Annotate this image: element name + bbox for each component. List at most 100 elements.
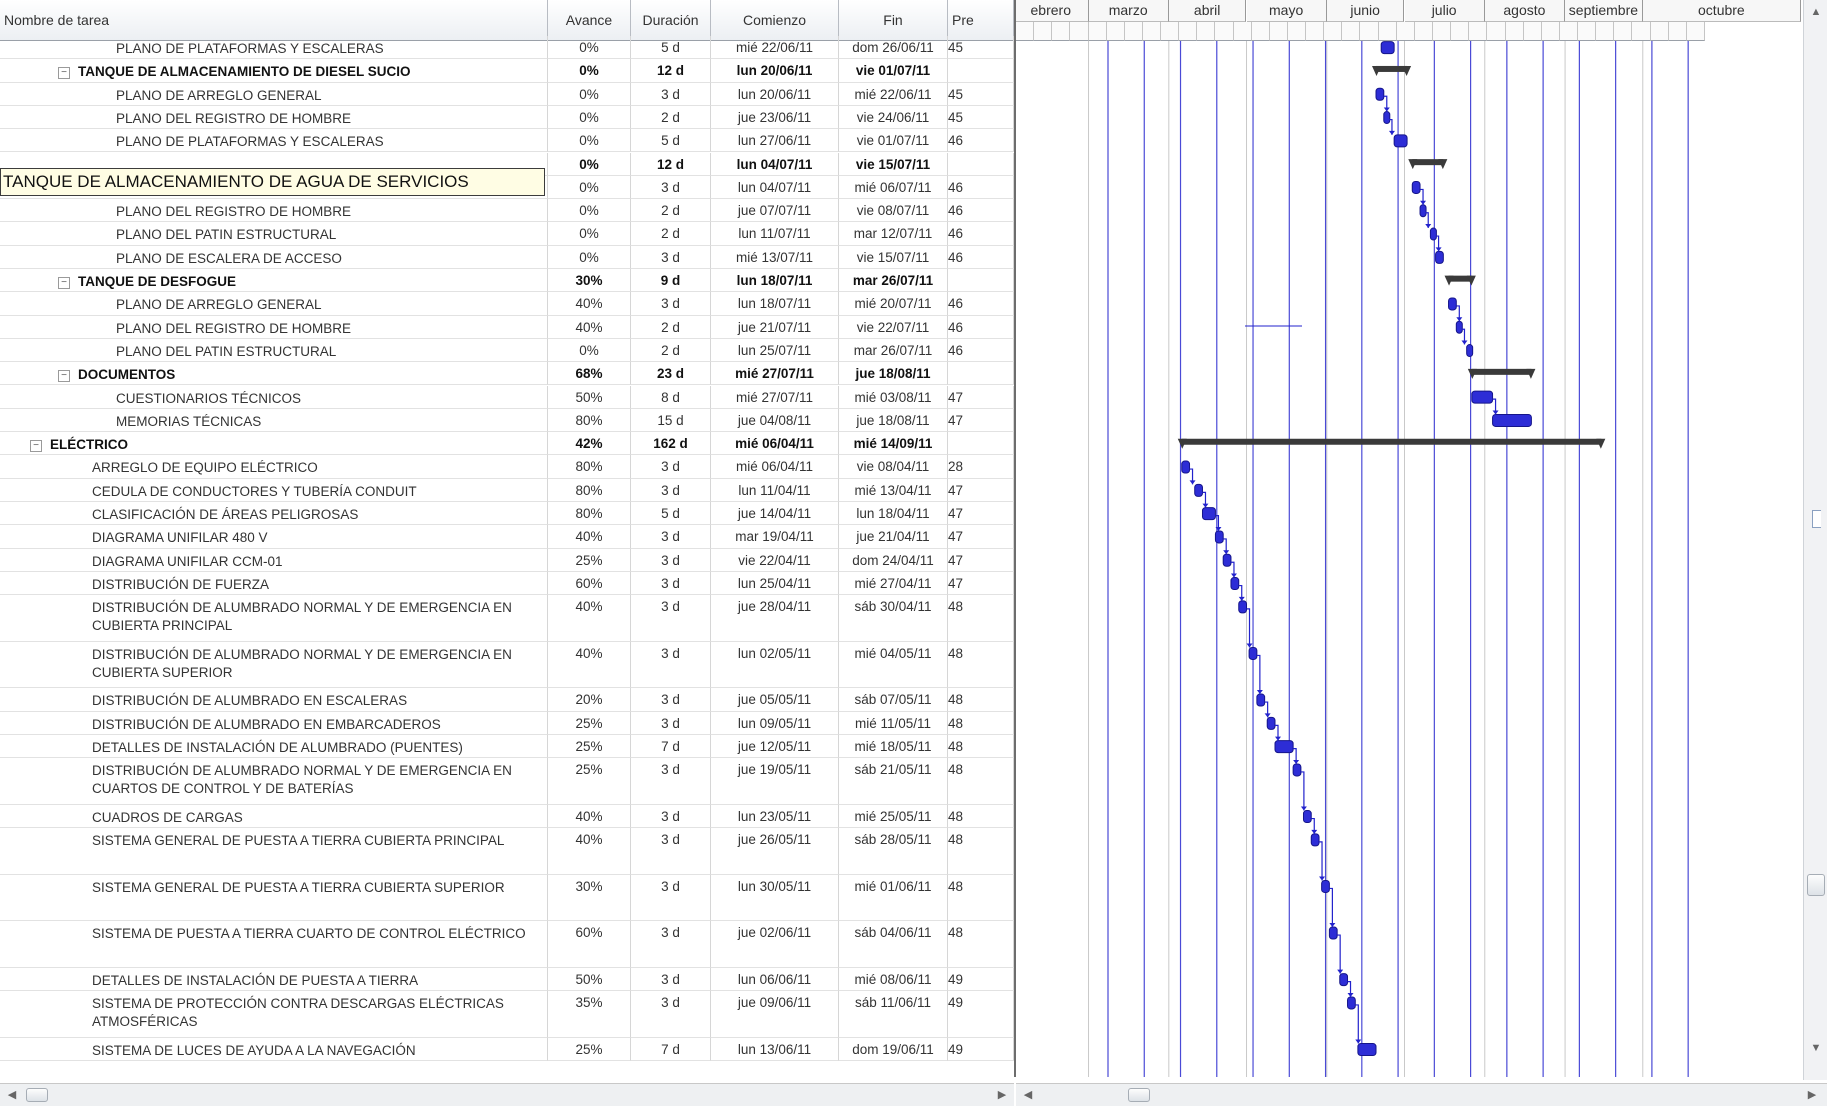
cell-progress[interactable]: 80% bbox=[548, 408, 631, 433]
cell-pred[interactable]: 45 bbox=[948, 82, 1014, 106]
cell-start[interactable]: mié 06/04/11 bbox=[711, 455, 839, 479]
cell-start[interactable]: lun 11/04/11 bbox=[711, 478, 839, 502]
cell-duration[interactable]: 3 d bbox=[631, 804, 711, 829]
cell-pred[interactable]: 47 bbox=[948, 548, 1014, 572]
cell-start[interactable]: lun 30/05/11 bbox=[711, 874, 839, 922]
task-row[interactable]: DETALLES DE INSTALACIÓN DE PUESTA A TIER… bbox=[0, 968, 1014, 992]
task-row[interactable]: ARREGLO DE EQUIPO ELÉCTRICO 80% 3 d mié 06/… bbox=[0, 455, 1014, 479]
col-header-progress[interactable]: Avance bbox=[548, 0, 631, 41]
cell-start[interactable]: jue 28/04/11 bbox=[711, 595, 839, 642]
cell-duration[interactable]: 3 d bbox=[631, 455, 711, 479]
cell-start[interactable]: mié 27/07/11 bbox=[711, 385, 839, 409]
cell-end[interactable]: jue 21/04/11 bbox=[839, 525, 948, 549]
cell-name[interactable]: DISTRIBUCIÓN DE ALUMBRADO NORMAL Y DE EM… bbox=[0, 758, 548, 805]
col-header-duration[interactable]: Duración bbox=[631, 0, 711, 41]
cell-pred[interactable]: 47 bbox=[948, 502, 1014, 526]
cell-name[interactable]: CLASIFICACIÓN DE ÁREAS PELIGROSAS bbox=[0, 502, 548, 526]
cell-start[interactable]: jue 04/08/11 bbox=[711, 408, 839, 433]
cell-progress[interactable]: 0% bbox=[548, 152, 631, 176]
cell-start[interactable]: lun 25/04/11 bbox=[711, 571, 839, 596]
task-bar[interactable] bbox=[1194, 483, 1203, 497]
cell-name[interactable]: PLANO DE PLATAFORMAS Y ESCALERAS bbox=[0, 129, 548, 153]
cell-name[interactable]: CUESTIONARIOS TÉCNICOS bbox=[0, 385, 548, 409]
arrow-right-icon[interactable]: ▶ bbox=[1804, 1087, 1820, 1103]
task-row[interactable]: CEDULA DE CONDUCTORES Y TUBERÍA CONDUIT 8… bbox=[0, 478, 1014, 502]
task-row[interactable]: SISTEMA DE PUESTA A TIERRA CUARTO DE CON… bbox=[0, 921, 1014, 968]
cell-start[interactable]: lun 18/07/11 bbox=[711, 292, 839, 316]
cell-end[interactable]: vie 24/06/11 bbox=[839, 105, 948, 130]
cell-end[interactable]: dom 19/06/11 bbox=[839, 1037, 948, 1062]
cell-pred[interactable]: 48 bbox=[948, 641, 1014, 689]
task-bar[interactable] bbox=[1419, 204, 1427, 218]
cell-pred[interactable]: 48 bbox=[948, 595, 1014, 642]
cell-progress[interactable]: 0% bbox=[548, 59, 631, 83]
cell-pred[interactable]: 49 bbox=[948, 991, 1014, 1038]
cell-name[interactable]: DISTRIBUCIÓN DE ALUMBRADO NORMAL Y DE EM… bbox=[0, 595, 548, 642]
cell-duration[interactable]: 3 d bbox=[631, 82, 711, 106]
cell-duration[interactable]: 2 d bbox=[631, 222, 711, 246]
cell-start[interactable]: jue 02/06/11 bbox=[711, 921, 839, 968]
cell-duration[interactable]: 3 d bbox=[631, 548, 711, 572]
cell-progress[interactable]: 25% bbox=[548, 1037, 631, 1062]
cell-end[interactable]: vie 22/07/11 bbox=[839, 315, 948, 339]
cell-end[interactable]: jue 18/08/11 bbox=[839, 362, 948, 386]
cell-start[interactable]: lun 04/07/11 bbox=[711, 152, 839, 176]
cell-name[interactable]: − TANQUE DE ALMACENAMIENTO DE DIESEL SUCI… bbox=[0, 59, 548, 83]
cell-pred[interactable]: 46 bbox=[948, 245, 1014, 269]
task-row[interactable]: SISTEMA GENERAL DE PUESTA A TIERRA CUBIE… bbox=[0, 828, 1014, 875]
cell-progress[interactable]: 25% bbox=[548, 758, 631, 805]
cell-end[interactable]: mié 25/05/11 bbox=[839, 804, 948, 829]
summary-task-row[interactable]: − DOCUMENTOS 68% 23 d mié 27/07/11 jue 18/08/… bbox=[0, 362, 1014, 386]
col-header-start[interactable]: Comienzo bbox=[711, 0, 839, 41]
cell-progress[interactable]: 30% bbox=[548, 874, 631, 922]
cell-duration[interactable]: 3 d bbox=[631, 968, 711, 992]
cell-start[interactable]: lun 13/06/11 bbox=[711, 1037, 839, 1062]
cell-progress[interactable]: 80% bbox=[548, 478, 631, 502]
cell-start[interactable]: jue 09/06/11 bbox=[711, 991, 839, 1038]
cell-start[interactable]: mié 22/06/11 bbox=[711, 36, 839, 60]
cell-end[interactable]: mar 26/07/11 bbox=[839, 269, 948, 293]
cell-name[interactable]: PLANO DE PLATAFORMAS Y ESCALERAS bbox=[0, 36, 548, 60]
cell-start[interactable]: jue 26/05/11 bbox=[711, 828, 839, 875]
cell-progress[interactable]: 30% bbox=[548, 269, 631, 293]
task-bar[interactable] bbox=[1256, 693, 1266, 707]
cell-name[interactable]: − TANQUE DE DESFOGUE bbox=[0, 269, 548, 293]
cell-end[interactable]: sáb 21/05/11 bbox=[839, 758, 948, 805]
cell-progress[interactable]: 25% bbox=[548, 548, 631, 572]
cell-name[interactable]: DIAGRAMA UNIFILAR CCM-01 bbox=[0, 548, 548, 572]
cell-progress[interactable]: 40% bbox=[548, 595, 631, 642]
cell-name[interactable]: CEDULA DE CONDUCTORES Y TUBERÍA CONDUIT bbox=[0, 478, 548, 502]
cell-progress[interactable]: 40% bbox=[548, 525, 631, 549]
cell-progress[interactable]: 80% bbox=[548, 502, 631, 526]
cell-duration[interactable]: 3 d bbox=[631, 688, 711, 712]
cell-duration[interactable]: 3 d bbox=[631, 828, 711, 875]
cell-duration[interactable]: 2 d bbox=[631, 105, 711, 130]
cell-progress[interactable]: 0% bbox=[548, 129, 631, 153]
cell-start[interactable]: lun 20/06/11 bbox=[711, 59, 839, 83]
cell-end[interactable]: dom 24/04/11 bbox=[839, 548, 948, 572]
cell-duration[interactable]: 5 d bbox=[631, 36, 711, 60]
cell-duration[interactable]: 3 d bbox=[631, 874, 711, 922]
task-bar[interactable] bbox=[1357, 1043, 1377, 1057]
cell-pred[interactable]: 45 bbox=[948, 36, 1014, 60]
task-bar[interactable] bbox=[1466, 344, 1474, 358]
cell-start[interactable]: jue 23/06/11 bbox=[711, 105, 839, 130]
cell-duration[interactable]: 23 d bbox=[631, 362, 711, 386]
cell-progress[interactable]: 0% bbox=[548, 199, 631, 223]
cell-progress[interactable]: 60% bbox=[548, 921, 631, 968]
cell-duration[interactable]: 3 d bbox=[631, 478, 711, 502]
task-row[interactable]: CUADROS DE CARGAS 40% 3 d lun 23/05/11 mié 2… bbox=[0, 804, 1014, 829]
cell-pred[interactable]: 48 bbox=[948, 874, 1014, 922]
cell-progress[interactable]: 80% bbox=[548, 455, 631, 479]
cell-pred[interactable]: 47 bbox=[948, 478, 1014, 502]
task-row[interactable]: PLANO DE PLATAFORMAS Y ESCALERAS 0% 5 d lun… bbox=[0, 129, 1014, 153]
cell-start[interactable]: lun 27/06/11 bbox=[711, 129, 839, 153]
cell-name[interactable]: ARREGLO DE EQUIPO ELÉCTRICO bbox=[0, 455, 548, 479]
cell-pred[interactable]: 48 bbox=[948, 688, 1014, 712]
cell-duration[interactable]: 3 d bbox=[631, 991, 711, 1038]
cell-start[interactable]: jue 14/04/11 bbox=[711, 502, 839, 526]
task-bar[interactable] bbox=[1238, 600, 1248, 614]
cell-progress[interactable]: 40% bbox=[548, 641, 631, 689]
cell-end[interactable]: jue 18/08/11 bbox=[839, 408, 948, 433]
cell-pred[interactable]: 46 bbox=[948, 338, 1014, 363]
